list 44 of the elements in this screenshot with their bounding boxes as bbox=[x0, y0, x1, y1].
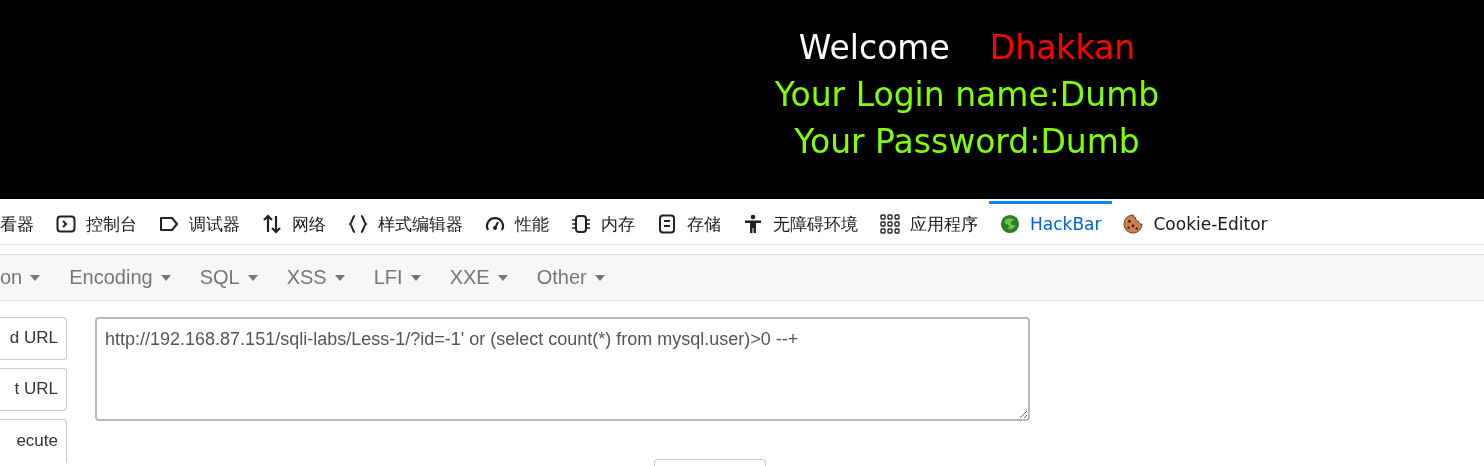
cookie-icon bbox=[1123, 214, 1144, 234]
devtools-tab[interactable]: 存储 bbox=[646, 201, 732, 244]
tag-icon bbox=[159, 214, 179, 234]
url-field[interactable]: http://192.168.87.151/sqli-labs/Less-1/?id=-1' or (select count(*) from mysql.user)>0 --+ bbox=[95, 317, 1030, 421]
welcome-text: Welcome bbox=[798, 27, 950, 69]
user-name: Dhakkan bbox=[989, 27, 1136, 69]
action-button[interactable]: ecute bbox=[0, 419, 67, 462]
login-name-text: Your Login name:Dumb bbox=[774, 74, 1160, 116]
menu-dropdown[interactable]: SQL bbox=[199, 266, 258, 289]
caret-icon bbox=[410, 274, 421, 281]
devtools-tab[interactable]: 网络 bbox=[251, 201, 337, 244]
devtools-tab[interactable]: 调试器 bbox=[148, 201, 251, 244]
globe-icon bbox=[1000, 214, 1020, 234]
menu-dropdown[interactable]: on bbox=[0, 266, 41, 289]
arrows-icon bbox=[262, 214, 282, 234]
devtools-tab[interactable]: Cookie-Editor bbox=[1112, 201, 1279, 244]
menu-dropdown[interactable]: XSS bbox=[286, 266, 345, 289]
action-button[interactable]: t URL bbox=[0, 368, 67, 411]
menu-dropdown[interactable]: Encoding bbox=[69, 266, 171, 289]
grid-icon bbox=[880, 214, 900, 234]
menu-dropdown[interactable]: Other bbox=[536, 266, 605, 289]
caret-icon bbox=[497, 274, 508, 281]
caret-icon bbox=[30, 274, 41, 281]
chip-icon bbox=[571, 214, 591, 234]
storage-icon bbox=[657, 214, 677, 234]
devtools-tab[interactable]: 看器 bbox=[0, 201, 45, 244]
devtools-tab[interactable]: 样式编辑器 bbox=[337, 201, 474, 244]
devtools-tab[interactable]: 控制台 bbox=[45, 201, 148, 244]
caret-icon bbox=[160, 274, 171, 281]
menu-dropdown[interactable]: XXE bbox=[449, 266, 508, 289]
action-button[interactable]: d URL bbox=[0, 317, 67, 360]
menu-dropdown[interactable]: LFI bbox=[373, 266, 421, 289]
devtools-tab[interactable]: 内存 bbox=[560, 201, 646, 244]
devtools-tab[interactable]: 性能 bbox=[474, 201, 560, 244]
devtools-tab[interactable]: 应用程序 bbox=[869, 201, 989, 244]
person-icon bbox=[743, 214, 763, 234]
caret-icon bbox=[247, 274, 258, 281]
devtools-tab[interactable]: 无障碍环境 bbox=[732, 201, 869, 244]
devtools-tab[interactable]: HackBar bbox=[989, 201, 1113, 244]
caret-icon bbox=[334, 274, 345, 281]
console-icon bbox=[56, 214, 76, 234]
password-text: Your Password:Dumb bbox=[794, 121, 1140, 163]
caret-icon bbox=[594, 274, 605, 281]
braces-icon bbox=[348, 214, 368, 234]
